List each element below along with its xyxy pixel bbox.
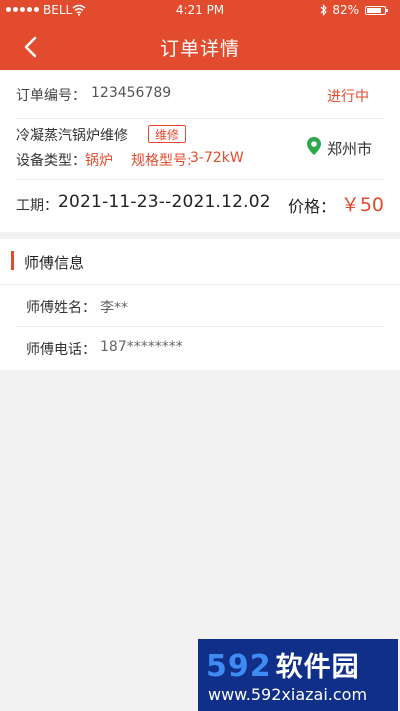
bluetooth-icon: [320, 4, 328, 19]
device-type-value: 锅炉: [85, 153, 113, 169]
service-name: 冷凝蒸汽锅炉维修: [16, 128, 128, 144]
price-value: ￥50: [340, 194, 384, 216]
order-number-value: 123456789: [91, 85, 172, 101]
order-number-row: 订单编号： 123456789 进行中: [16, 70, 384, 119]
section-accent-bar: [11, 251, 14, 270]
spec-label: 规格型号:: [131, 153, 192, 169]
watermark-text: 软件园: [275, 652, 360, 683]
page-title: 订单详情: [159, 38, 240, 60]
order-number-label: 订单编号：: [16, 88, 86, 104]
master-name-value: 李**: [100, 300, 128, 316]
service-tag: 维修: [148, 125, 187, 143]
watermark-number: 592: [206, 649, 272, 684]
battery-percent: 82%: [332, 3, 359, 17]
schedule-price-row: 工期： 2021-11-23--2021.12.02 价格： ￥50: [16, 179, 384, 229]
device-type-label: 设备类型：: [16, 153, 86, 169]
watermark-url: www.592xiazai.com: [208, 685, 368, 704]
app-header: BELL 4:21 PM 82% 订单详情: [0, 0, 400, 70]
spec-value: 3-72kW: [190, 150, 244, 166]
master-phone-row[interactable]: 师傅电话： 187********: [16, 326, 384, 368]
master-name-row: 师傅姓名： 李**: [16, 284, 384, 327]
period-label: 工期：: [16, 198, 58, 214]
master-phone-value[interactable]: 187********: [100, 339, 183, 355]
order-status-badge: 进行中: [327, 89, 369, 105]
watermark-logo: 592 软件园 www.592xiazai.com: [198, 639, 398, 711]
location: 郑州市: [306, 137, 372, 159]
battery-icon: [365, 6, 388, 15]
map-pin-icon: [306, 137, 321, 159]
price-label: 价格：: [288, 197, 337, 216]
master-info-card: 师傅信息 师傅姓名： 李** 师傅电话： 187********: [0, 239, 400, 370]
master-phone-label: 师傅电话：: [26, 342, 96, 358]
order-card: 订单编号： 123456789 进行中 冷凝蒸汽锅炉维修 维修 设备类型： 锅炉…: [0, 70, 400, 232]
nav-bar: 订单详情: [0, 22, 400, 70]
service-block: 冷凝蒸汽锅炉维修 维修 设备类型： 锅炉 规格型号: 3-72kW 郑州市: [16, 118, 384, 180]
status-bar: BELL 4:21 PM 82%: [0, 0, 400, 22]
master-name-label: 师傅姓名：: [26, 300, 96, 316]
section-title: 师傅信息: [24, 254, 85, 272]
location-text: 郑州市: [326, 139, 372, 158]
period-value: 2021-11-23--2021.12.02: [58, 192, 271, 212]
master-section-header: 师傅信息: [0, 239, 400, 285]
